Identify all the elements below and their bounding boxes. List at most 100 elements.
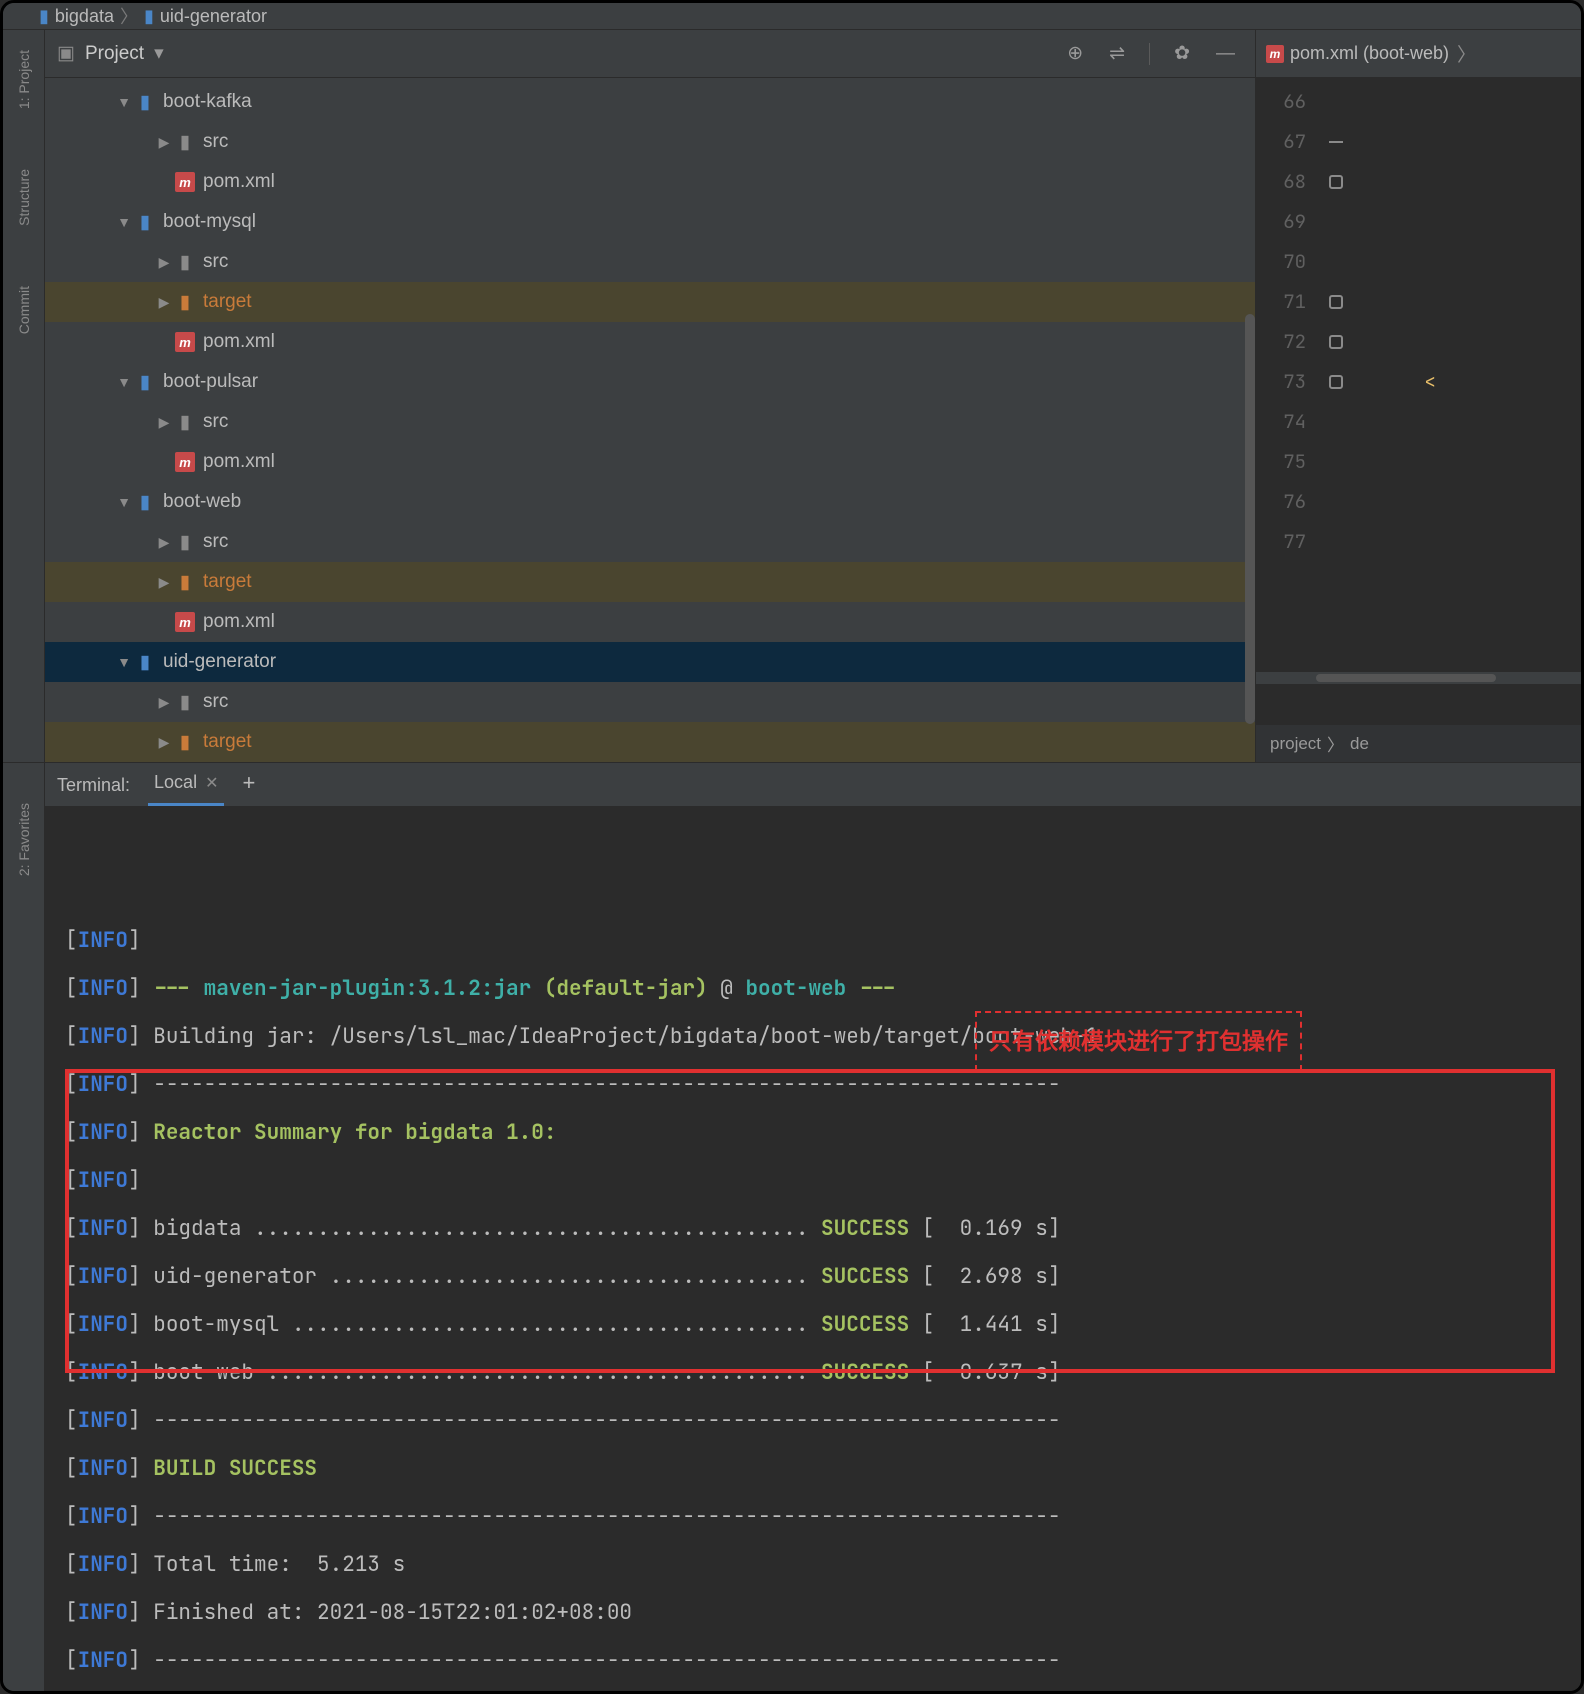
tree-item-target[interactable]: ▶▮target bbox=[45, 562, 1255, 602]
tree-item-pom-xml[interactable]: mpom.xml bbox=[45, 442, 1255, 482]
tree-item-boot-web[interactable]: ▼▮boot-web bbox=[45, 482, 1255, 522]
gutter-mark bbox=[1316, 82, 1356, 122]
tree-item-src[interactable]: ▶▮src bbox=[45, 402, 1255, 442]
chevron-down-icon[interactable]: ▼ bbox=[115, 94, 133, 110]
code-line[interactable]: < bbox=[1356, 362, 1581, 402]
code-line[interactable] bbox=[1356, 282, 1581, 322]
chevron-right-icon[interactable]: ▶ bbox=[155, 294, 173, 311]
terminal-output[interactable]: [INFO][INFO] --- maven-jar-plugin:3.1.2:… bbox=[45, 807, 1581, 1694]
tree-item-label: uid-generator bbox=[163, 651, 276, 673]
chevron-right-icon[interactable]: ▶ bbox=[155, 534, 173, 551]
tree-item-src[interactable]: ▶▮src bbox=[45, 522, 1255, 562]
tree-item-pom-xml[interactable]: mpom.xml bbox=[45, 602, 1255, 642]
code-line[interactable] bbox=[1356, 442, 1581, 482]
code-line[interactable] bbox=[1356, 202, 1581, 242]
horizontal-scrollbar[interactable] bbox=[1256, 672, 1581, 684]
tab-local[interactable]: Local ✕ bbox=[148, 766, 224, 806]
hide-icon[interactable]: — bbox=[1208, 43, 1243, 65]
tree-item-src[interactable]: ▶▮src bbox=[45, 122, 1255, 162]
chevron-right-icon[interactable]: ▶ bbox=[155, 574, 173, 591]
code-line[interactable] bbox=[1356, 322, 1581, 362]
code-line[interactable] bbox=[1356, 482, 1581, 522]
project-title[interactable]: Project bbox=[85, 43, 144, 65]
terminal-wrap: 2: Favorites Terminal: Local ✕ + [INFO][… bbox=[3, 763, 1581, 1694]
tree-item-boot-mysql[interactable]: ▼▮boot-mysql bbox=[45, 202, 1255, 242]
close-icon[interactable]: ✕ bbox=[205, 773, 218, 793]
maven-icon: m bbox=[173, 452, 197, 472]
breadcrumb-root[interactable]: bigdata bbox=[55, 6, 114, 27]
project-view-icon[interactable]: ▣ bbox=[57, 42, 75, 65]
crumb-project[interactable]: project bbox=[1270, 734, 1321, 754]
tree-item-target[interactable]: ▶▮target bbox=[45, 722, 1255, 762]
editor-breadcrumbs[interactable]: project 〉 de bbox=[1256, 724, 1581, 762]
tool-structure[interactable]: Structure bbox=[16, 169, 32, 226]
tree-item-pom-xml[interactable]: mpom.xml bbox=[45, 162, 1255, 202]
tool-project[interactable]: 1: Project bbox=[16, 50, 32, 109]
terminal-line: [INFO] --- maven-jar-plugin:3.1.2:jar (d… bbox=[65, 965, 1571, 1013]
line-number: 66 bbox=[1256, 82, 1306, 122]
chevron-right-icon[interactable]: ▶ bbox=[155, 694, 173, 711]
gutter-mark bbox=[1316, 162, 1356, 202]
tree-item-target[interactable]: ▶▮ target bbox=[45, 282, 1255, 322]
code-line[interactable] bbox=[1356, 122, 1581, 162]
terminal-line: [INFO] ---------------------------------… bbox=[65, 1637, 1571, 1685]
tree-item-label: pom.xml bbox=[203, 611, 275, 633]
locate-icon[interactable]: ⊕ bbox=[1059, 42, 1091, 65]
gutter-mark bbox=[1316, 122, 1356, 162]
line-number: 71 bbox=[1256, 282, 1306, 322]
scrollbar-thumb[interactable] bbox=[1316, 674, 1496, 682]
scrollbar-thumb[interactable] bbox=[1245, 314, 1255, 724]
tree-item-pom-xml[interactable]: mpom.xml bbox=[45, 322, 1255, 362]
code-line[interactable] bbox=[1356, 522, 1581, 562]
folder-icon: ▮ bbox=[173, 691, 197, 714]
line-number: 75 bbox=[1256, 442, 1306, 482]
chevron-right-icon: 〉 bbox=[120, 3, 138, 29]
tree-item-src[interactable]: ▶▮src bbox=[45, 242, 1255, 282]
folder-icon: ▮ bbox=[173, 251, 197, 274]
chevron-right-icon[interactable]: ▶ bbox=[155, 254, 173, 271]
breadcrumb[interactable]: ▮ bigdata 〉 ▮ uid-generator bbox=[3, 3, 1581, 30]
tree-item-uid-generator[interactable]: ▼▮uid-generator bbox=[45, 642, 1255, 682]
chevron-right-icon[interactable]: 〉 bbox=[1457, 40, 1476, 67]
chevron-down-icon[interactable]: ▾ bbox=[154, 42, 164, 65]
left-tool-strip-bottom[interactable]: 2: Favorites bbox=[3, 763, 45, 1694]
folder-icon: ▮ bbox=[173, 131, 197, 154]
project-tree[interactable]: ▼▮boot-kafka▶▮srcmpom.xml▼▮boot-mysql▶▮s… bbox=[45, 78, 1255, 762]
gear-icon[interactable]: ✿ bbox=[1166, 42, 1198, 65]
module-folder-icon: ▮ bbox=[133, 211, 157, 234]
crumb-de[interactable]: de bbox=[1350, 734, 1369, 754]
tree-item-src[interactable]: ▶▮src bbox=[45, 682, 1255, 722]
chevron-down-icon[interactable]: ▼ bbox=[115, 654, 133, 670]
gutter-mark bbox=[1316, 522, 1356, 562]
collapse-icon[interactable]: ⇌ bbox=[1101, 42, 1133, 65]
folder-icon: ▮ bbox=[173, 531, 197, 554]
chevron-down-icon[interactable]: ▼ bbox=[115, 494, 133, 510]
left-tool-strip[interactable]: 1: Project Structure Commit bbox=[3, 30, 45, 762]
chevron-right-icon[interactable]: ▶ bbox=[155, 134, 173, 151]
top-split: 1: Project Structure Commit ▣ Project ▾ … bbox=[3, 30, 1581, 763]
code-line[interactable] bbox=[1356, 82, 1581, 122]
tool-favorites[interactable]: 2: Favorites bbox=[16, 803, 32, 876]
tree-item-label: boot-pulsar bbox=[163, 371, 258, 393]
tree-item-label: target bbox=[203, 291, 252, 313]
line-number: 74 bbox=[1256, 402, 1306, 442]
tree-item-boot-kafka[interactable]: ▼▮boot-kafka bbox=[45, 82, 1255, 122]
editor-lines[interactable]: < bbox=[1356, 78, 1581, 724]
terminal-label: Terminal: bbox=[57, 775, 130, 806]
target-folder-icon: ▮ bbox=[173, 291, 197, 314]
tree-item-boot-pulsar[interactable]: ▼▮boot-pulsar bbox=[45, 362, 1255, 402]
add-terminal-button[interactable]: + bbox=[242, 770, 255, 806]
breadcrumb-child[interactable]: uid-generator bbox=[160, 6, 267, 27]
chevron-right-icon[interactable]: ▶ bbox=[155, 734, 173, 751]
code-line[interactable] bbox=[1356, 242, 1581, 282]
tool-commit[interactable]: Commit bbox=[16, 286, 32, 334]
gutter-mark bbox=[1316, 242, 1356, 282]
tab-pom[interactable]: m pom.xml (boot-web) bbox=[1266, 43, 1449, 64]
chevron-down-icon[interactable]: ▼ bbox=[115, 214, 133, 230]
chevron-right-icon[interactable]: ▶ bbox=[155, 414, 173, 431]
code-line[interactable] bbox=[1356, 162, 1581, 202]
chevron-down-icon[interactable]: ▼ bbox=[115, 374, 133, 390]
line-number: 77 bbox=[1256, 522, 1306, 562]
editor-body[interactable]: 666768697071727374757677 < bbox=[1256, 78, 1581, 724]
code-line[interactable] bbox=[1356, 402, 1581, 442]
